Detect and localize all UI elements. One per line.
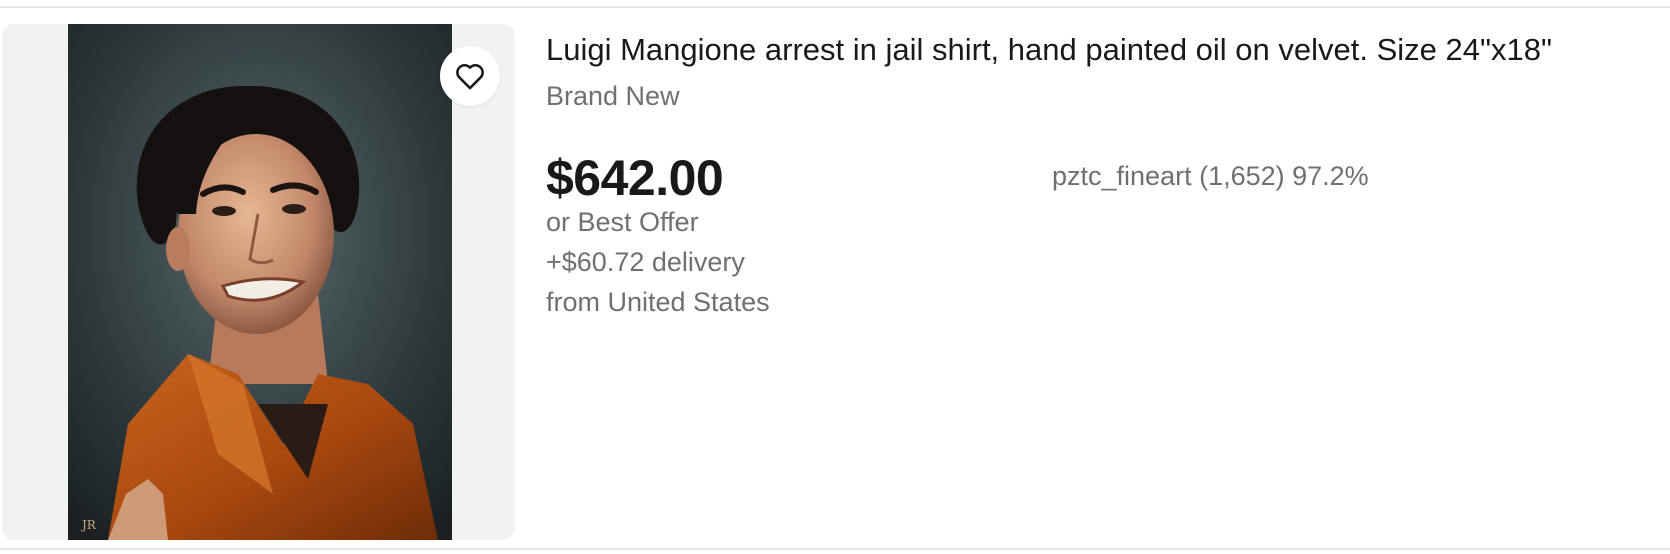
delivery-cost: +$60.72 delivery	[546, 247, 745, 277]
seller-info: pztc_fineart (1,652) 97.2%	[1052, 161, 1369, 191]
best-offer-label: or Best Offer	[546, 207, 699, 237]
listing-photo[interactable]: JR	[68, 24, 452, 540]
condition-label: Brand New	[546, 81, 680, 111]
price: $642.00	[546, 150, 724, 206]
item-location: from United States	[546, 287, 770, 317]
listing-title[interactable]: Luigi Mangione arrest in jail shirt, han…	[546, 30, 1552, 70]
svg-text:JR: JR	[80, 518, 97, 532]
heart-icon	[456, 63, 484, 90]
listing-image-container[interactable]: JR	[2, 24, 515, 540]
watch-button[interactable]	[440, 46, 500, 106]
listing-card: JR Luigi Mangione arrest in jail shirt, …	[0, 6, 1670, 550]
